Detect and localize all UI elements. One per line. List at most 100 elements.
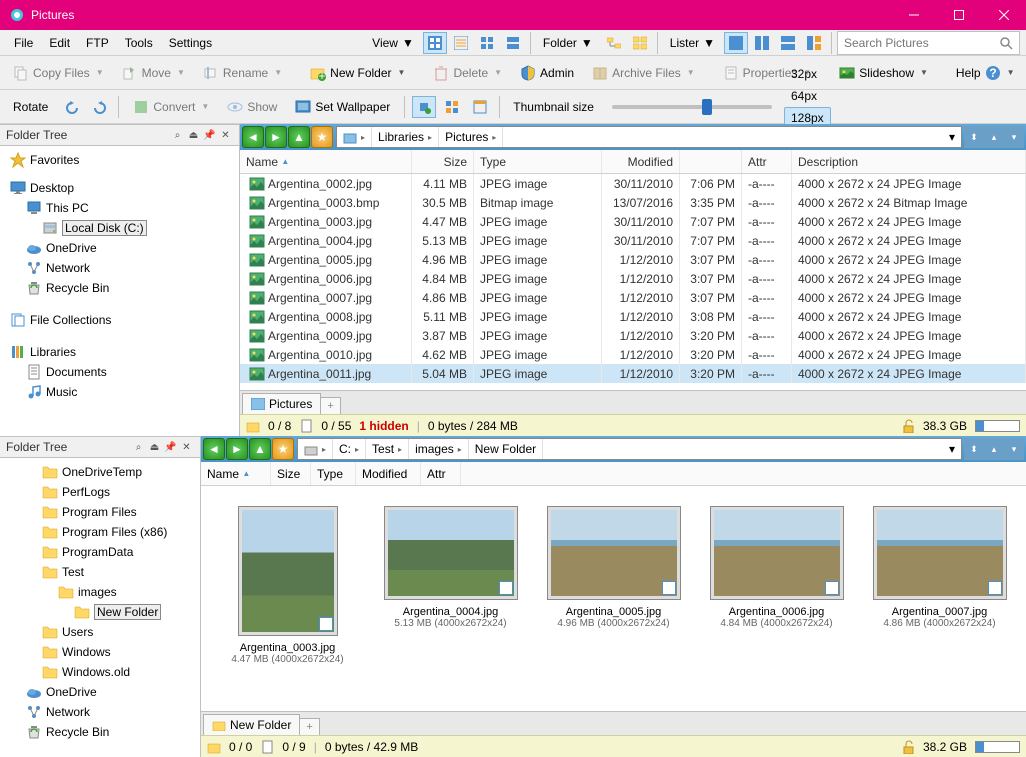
thumbnail[interactable]: Argentina_0007.jpg4.86 MB (4000x2672x24) (867, 506, 1012, 629)
tab-add-button[interactable]: + (320, 397, 340, 414)
file-row[interactable]: Argentina_0004.jpg5.13 MBJPEG image30/11… (240, 231, 1026, 250)
tree-node-favorites[interactable]: Favorites (2, 150, 237, 170)
search-icon[interactable]: ⌕ (170, 128, 185, 143)
view-mode-tiles-icon[interactable] (501, 32, 525, 54)
lister-menu[interactable]: Lister▼ (663, 32, 722, 54)
thumbnail[interactable]: Argentina_0003.jpg4.47 MB (4000x2672x24) (215, 506, 360, 665)
menu-tools[interactable]: Tools (117, 33, 161, 53)
view-mode-details-icon[interactable] (423, 32, 447, 54)
search-box[interactable] (837, 31, 1020, 55)
tree-node-onedrive[interactable]: OneDrive (2, 682, 198, 702)
nav-favorite-icon[interactable]: ★ (272, 438, 294, 460)
view-mode-thumb-icon[interactable] (475, 32, 499, 54)
lister-layout4-icon[interactable] (802, 32, 826, 54)
nav-back-icon[interactable]: ◄ (203, 438, 225, 460)
pin-icon[interactable]: 📌 (202, 128, 217, 143)
breadcrumb-top[interactable]: ▸ Libraries▸ Pictures▸ ▾ (336, 126, 962, 148)
maximize-button[interactable] (936, 0, 981, 30)
menu-ftp[interactable]: FTP (78, 33, 117, 53)
tab-add-button[interactable]: + (299, 718, 319, 735)
tree-node-new-folder[interactable]: New Folder (2, 602, 198, 622)
delete-button[interactable]: Delete▼ (426, 61, 509, 85)
tree-node-this-pc[interactable]: This PC (2, 198, 237, 218)
admin-button[interactable]: Admin (513, 61, 581, 85)
slideshow-button[interactable]: Slideshow▼ (832, 61, 935, 85)
menu-file[interactable]: File (6, 33, 41, 53)
close-button[interactable] (981, 0, 1026, 30)
tree-node-libraries[interactable]: Libraries (2, 342, 237, 362)
file-row[interactable]: Argentina_0003.bmp30.5 MBBitmap image13/… (240, 193, 1026, 212)
tree-node-windows-old[interactable]: Windows.old (2, 662, 198, 682)
tree-node-users[interactable]: Users (2, 622, 198, 642)
lister-layout3-icon[interactable] (776, 32, 800, 54)
tree-node-onedrivetemp[interactable]: OneDriveTemp (2, 462, 198, 482)
show-button[interactable]: Show (220, 95, 284, 119)
file-row[interactable]: Argentina_0006.jpg4.84 MBJPEG image1/12/… (240, 269, 1026, 288)
folder-dual-icon[interactable] (628, 32, 652, 54)
file-row[interactable]: Argentina_0005.jpg4.96 MBJPEG image1/12/… (240, 250, 1026, 269)
column-header-top[interactable]: Name ▲ Size Type Modified Attr Descripti… (240, 150, 1026, 174)
thumbnail-size-slider[interactable] (612, 105, 772, 109)
tree-node-onedrive[interactable]: OneDrive (2, 238, 237, 258)
properties-button[interactable]: Properties▼ (716, 61, 819, 85)
tree-node-perflogs[interactable]: PerfLogs (2, 482, 198, 502)
folder-menu[interactable]: Folder▼ (536, 32, 600, 54)
menu-settings[interactable]: Settings (161, 33, 220, 53)
tree-node-recycle-bin[interactable]: Recycle Bin (2, 722, 198, 742)
new-folder-button[interactable]: +New Folder▼ (303, 61, 412, 85)
tree-node-network[interactable]: Network (2, 702, 198, 722)
tree-node-documents[interactable]: Documents (2, 362, 237, 382)
folder-tree-icon[interactable] (602, 32, 626, 54)
view-menu[interactable]: View▼ (365, 32, 421, 54)
minimize-button[interactable] (891, 0, 936, 30)
nav-down-icon[interactable]: ▾ (1005, 438, 1023, 460)
thumbnail[interactable]: Argentina_0004.jpg5.13 MB (4000x2672x24) (378, 506, 523, 629)
tree-node-programdata[interactable]: ProgramData (2, 542, 198, 562)
tree-node-recycle-bin[interactable]: Recycle Bin (2, 278, 237, 298)
file-row[interactable]: Argentina_0007.jpg4.86 MBJPEG image1/12/… (240, 288, 1026, 307)
thumbnail[interactable]: Argentina_0005.jpg4.96 MB (4000x2672x24) (541, 506, 686, 629)
file-row[interactable]: Argentina_0008.jpg5.11 MBJPEG image1/12/… (240, 307, 1026, 326)
close-pane-icon[interactable]: ✕ (179, 440, 194, 455)
tree-node-test[interactable]: Test (2, 562, 198, 582)
tree-node-images[interactable]: images (2, 582, 198, 602)
file-row[interactable]: Argentina_0002.jpg4.11 MBJPEG image30/11… (240, 174, 1026, 193)
thumbsel-large-icon[interactable] (468, 96, 492, 118)
nav-up-icon[interactable]: ▲ (249, 438, 271, 460)
convert-button[interactable]: Convert▼ (126, 95, 216, 119)
tab-newfolder[interactable]: New Folder (203, 714, 300, 735)
thumb-size-64px[interactable]: 64px (784, 85, 831, 107)
nav-down-icon[interactable]: ▾ (1005, 126, 1023, 148)
view-mode-list-icon[interactable] (449, 32, 473, 54)
move-button[interactable]: Move▼ (115, 61, 192, 85)
menu-edit[interactable]: Edit (41, 33, 78, 53)
tree-node-local-disk-c-[interactable]: Local Disk (C:) (2, 218, 237, 238)
search-icon[interactable] (999, 36, 1013, 50)
rotate-button[interactable]: Rotate (6, 96, 55, 118)
thumbsel-med-icon[interactable] (440, 96, 464, 118)
lock-icon[interactable]: ⏏ (186, 128, 201, 143)
tree-node-windows[interactable]: Windows (2, 642, 198, 662)
rename-button[interactable]: Rename▼ (196, 61, 289, 85)
nav-collapse-icon[interactable]: ⬍ (965, 126, 983, 148)
close-pane-icon[interactable]: ✕ (218, 128, 233, 143)
breadcrumb-bottom[interactable]: ▸ C:▸ Test▸ images▸ New Folder ▾ (297, 438, 962, 460)
nav-up2-icon[interactable]: ▴ (985, 438, 1003, 460)
search-input[interactable] (844, 36, 999, 50)
nav-up2-icon[interactable]: ▴ (985, 126, 1003, 148)
nav-favorite-icon[interactable]: ★ (311, 126, 333, 148)
lock-icon[interactable]: ⏏ (147, 440, 162, 455)
file-row[interactable]: Argentina_0009.jpg3.87 MBJPEG image1/12/… (240, 326, 1026, 345)
file-row[interactable]: Argentina_0003.jpg4.47 MBJPEG image30/11… (240, 212, 1026, 231)
tree-node-file-collections[interactable]: File Collections (2, 310, 237, 330)
copy-files-button[interactable]: Copy Files▼ (6, 61, 111, 85)
nav-forward-icon[interactable]: ► (226, 438, 248, 460)
lister-layout2-icon[interactable] (750, 32, 774, 54)
tree-node-network[interactable]: Network (2, 258, 237, 278)
rotate-left-icon[interactable] (59, 96, 83, 118)
tab-pictures[interactable]: Pictures (242, 393, 321, 414)
nav-forward-icon[interactable]: ► (265, 126, 287, 148)
help-button[interactable]: Help?▼ (949, 61, 1022, 85)
nav-back-icon[interactable]: ◄ (242, 126, 264, 148)
file-row[interactable]: Argentina_0010.jpg4.62 MBJPEG image1/12/… (240, 345, 1026, 364)
